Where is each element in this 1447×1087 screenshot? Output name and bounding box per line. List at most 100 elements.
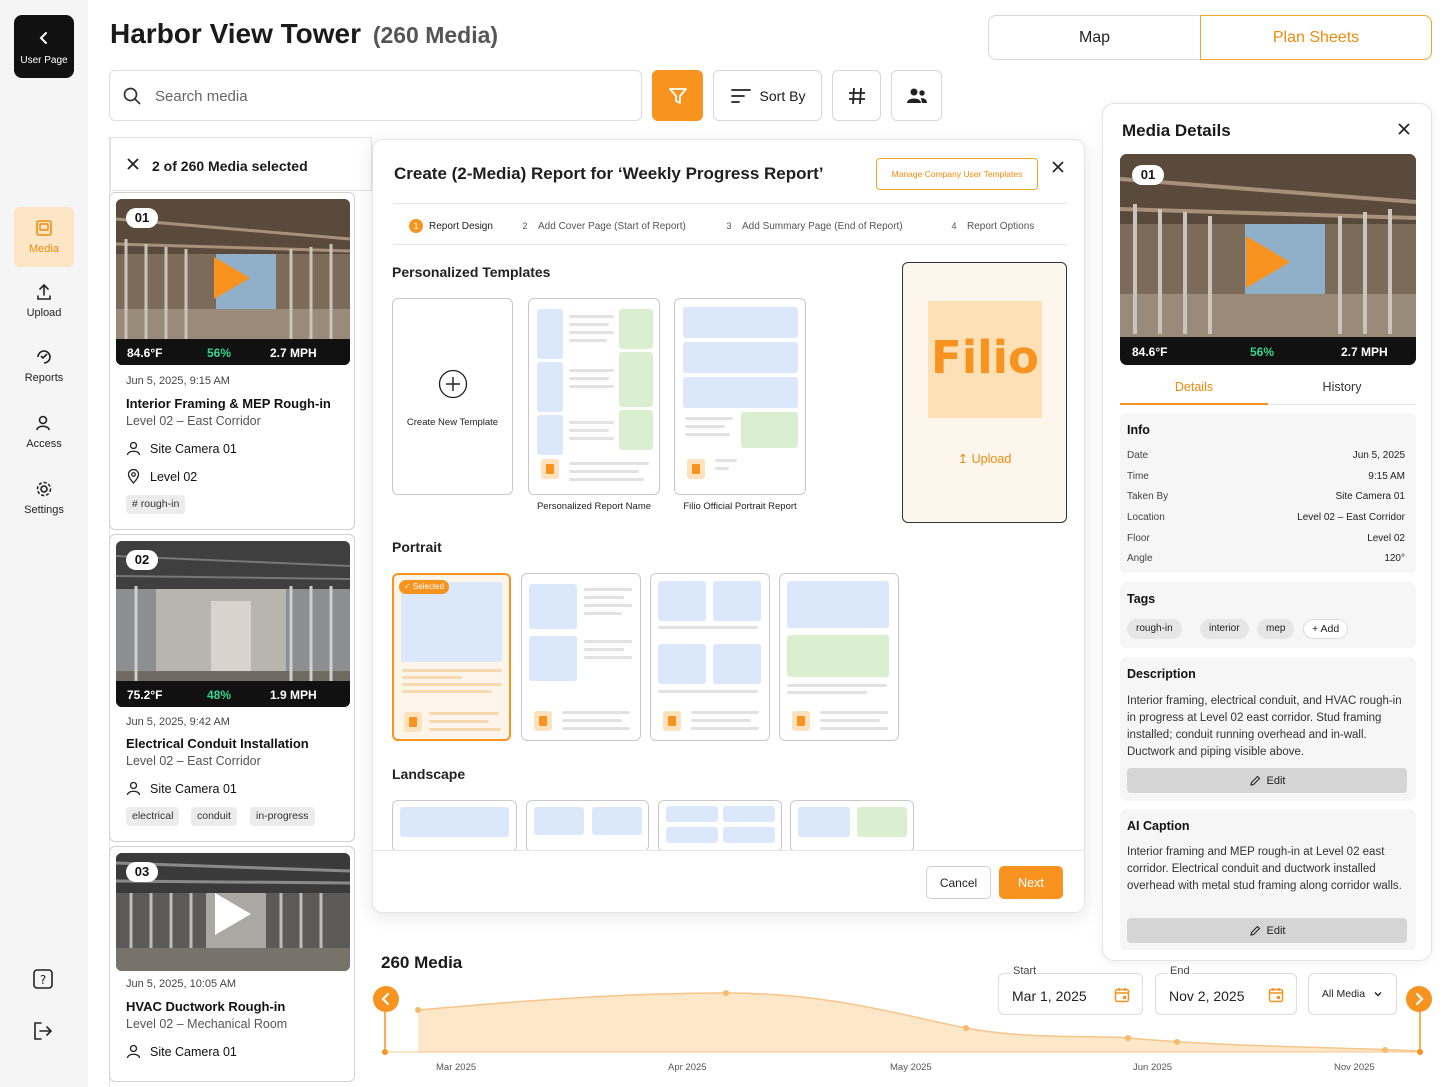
template-personalized-report[interactable] [528, 298, 660, 495]
logout-icon[interactable] [32, 1020, 54, 1042]
play-icon[interactable] [1244, 234, 1292, 290]
info-key: Date [1127, 450, 1149, 461]
close-icon[interactable] [1397, 122, 1411, 136]
portrait-template-4[interactable] [779, 573, 899, 741]
image-placeholder [401, 582, 502, 662]
filter-icon [668, 87, 687, 104]
chevron-left-icon [39, 32, 47, 44]
logo-upload-card[interactable]: Filio ↥ Upload [902, 262, 1067, 523]
timeline-point[interactable] [1382, 1047, 1388, 1053]
media-card[interactable]: 03 Jun 5, 2025, 10:05 AM HVAC Ductwork R… [109, 846, 355, 1082]
sidebar-item-reports[interactable]: Reports [14, 336, 74, 396]
media-date: Jun 5, 2025, 9:42 AM [126, 716, 230, 728]
tab-history[interactable]: History [1268, 380, 1416, 394]
help-icon[interactable]: ? [32, 968, 54, 990]
image-placeholder [666, 806, 718, 822]
timeline-prev-button[interactable] [373, 986, 399, 1012]
step-summary-page[interactable]: 3 Add Summary Page (End of Report) [722, 219, 902, 233]
create-template-label: Create New Template [406, 417, 499, 428]
play-icon[interactable] [212, 255, 252, 301]
humidity: 56% [207, 346, 232, 360]
map-placeholder [619, 410, 653, 450]
section-portrait: Portrait [392, 539, 442, 555]
landscape-template-1[interactable] [392, 800, 517, 852]
info-key: Floor [1127, 533, 1150, 544]
step-report-design[interactable]: 1 Report Design [409, 219, 493, 233]
close-icon[interactable] [1051, 160, 1065, 174]
step-cover-page[interactable]: 2 Add Cover Page (Start of Report) [518, 219, 685, 233]
image-placeholder [713, 644, 761, 684]
media-thumbnail: 01 84.6°F 56% 2.7 MPH [116, 199, 350, 365]
step-label: Report Design [429, 220, 493, 232]
portrait-template-2[interactable] [521, 573, 641, 741]
sidebar-item-settings[interactable]: Settings [14, 468, 74, 528]
tab-details[interactable]: Details [1120, 380, 1268, 405]
tag-chip[interactable]: # rough-in [126, 495, 186, 514]
plan-sheets-toggle[interactable]: Plan Sheets [1200, 15, 1432, 60]
step-report-options[interactable]: 4 Report Options [947, 219, 1034, 233]
info-heading: Info [1127, 423, 1150, 437]
map-placeholder [787, 635, 889, 677]
description-section: Description Interior framing, electrical… [1120, 657, 1416, 801]
timeline-point[interactable] [1174, 1039, 1180, 1045]
sort-by-button[interactable]: Sort By [713, 70, 822, 121]
person-icon [126, 1044, 141, 1059]
sidebar-item-label: Settings [24, 504, 64, 516]
tag-chip[interactable]: electrical [126, 807, 180, 826]
cancel-button[interactable]: Cancel [926, 866, 991, 899]
timeline-chart [382, 990, 1423, 1055]
image-placeholder [537, 309, 563, 359]
document-icon [534, 711, 552, 731]
portrait-template-1[interactable]: ✓ Selected [392, 573, 511, 741]
search-input[interactable] [155, 83, 625, 109]
camera-name: Site Camera 01 [150, 1044, 237, 1059]
next-button[interactable]: Next [999, 866, 1063, 899]
landscape-template-2[interactable] [526, 800, 649, 852]
logo-preview: Filio [928, 301, 1042, 418]
document-icon [687, 459, 705, 479]
template-filio-portrait[interactable] [674, 298, 806, 495]
media-card[interactable]: 02 75.2°F 48% 1.9 MPH Jun 5, 2025, 9:42 … [109, 534, 355, 842]
sidebar-item-media[interactable]: Media [14, 207, 74, 267]
timeline-tick-label: Nov 2025 [1334, 1062, 1375, 1073]
tag-chip[interactable]: rough-in [1127, 619, 1182, 639]
timeline-point[interactable] [415, 1007, 421, 1013]
edit-description-button[interactable]: Edit [1127, 768, 1407, 793]
timeline-point[interactable] [723, 990, 729, 996]
edit-ai-caption-button[interactable]: Edit [1127, 918, 1407, 943]
back-to-user-page-button[interactable]: User Page [14, 15, 74, 78]
timeline-tick-label: Jun 2025 [1133, 1062, 1173, 1073]
upload-logo-button[interactable]: ↥ Upload [903, 451, 1066, 466]
section-landscape: Landscape [392, 766, 466, 782]
close-icon[interactable] [126, 157, 140, 171]
timeline-point[interactable] [1125, 1035, 1131, 1041]
add-tag-button[interactable]: + Add [1303, 619, 1349, 639]
manage-templates-button[interactable]: Manage Company User Templates [876, 158, 1038, 190]
portrait-template-3[interactable] [650, 573, 770, 741]
hashtag-button[interactable] [832, 70, 881, 121]
people-button[interactable] [891, 70, 942, 121]
sort-by-label: Sort By [759, 87, 806, 104]
create-new-template-card[interactable]: Create New Template [392, 298, 513, 495]
camera-name: Site Camera 01 [150, 781, 237, 796]
media-card[interactable]: 01 84.6°F 56% 2.7 MPH Jun 5, 2025, 9:15 … [109, 192, 355, 530]
sidebar-item-access[interactable]: Access [14, 402, 74, 462]
timeline-next-button[interactable] [1406, 986, 1432, 1012]
map-toggle[interactable]: Map [988, 15, 1201, 60]
temperature: 75.2°F [127, 688, 163, 702]
play-icon[interactable] [213, 891, 253, 937]
sidebar-item-upload[interactable]: Upload [14, 271, 74, 331]
landscape-template-3[interactable] [658, 800, 782, 852]
tag-chip[interactable]: mep [1257, 619, 1295, 639]
landscape-template-4[interactable] [790, 800, 914, 852]
timeline-area [418, 993, 1420, 1052]
media-details-panel: Media Details 01 84.6°F 56% 2.7 MPH Deta… [1102, 103, 1432, 961]
hashtag-icon [848, 87, 865, 104]
tag-chip[interactable]: interior [1200, 619, 1249, 639]
tag-chip[interactable]: conduit [191, 807, 237, 826]
tag-chip[interactable]: in-progress [250, 807, 315, 826]
camera-row: Site Camera 01 [126, 781, 237, 796]
filter-button[interactable] [652, 70, 703, 121]
info-row: Floor Level 02 [1127, 533, 1405, 544]
timeline-point[interactable] [963, 1025, 969, 1031]
